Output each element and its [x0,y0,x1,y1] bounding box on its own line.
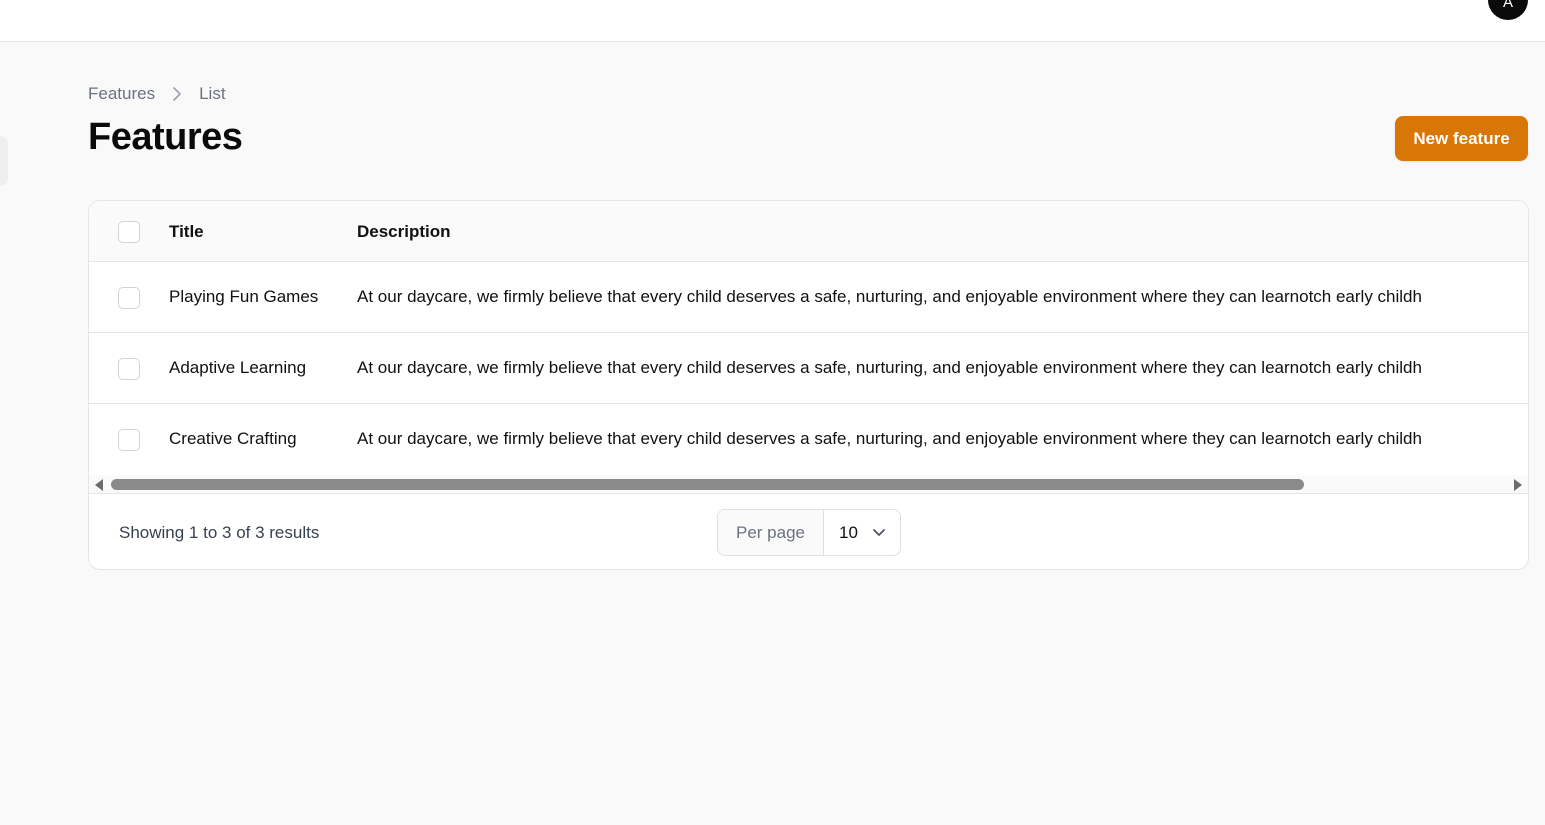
user-avatar[interactable]: A [1488,0,1528,20]
scroll-right-arrow-icon[interactable] [1514,479,1522,491]
per-page-selector[interactable]: Per page 10 [717,509,901,556]
chevron-down-icon [872,528,886,538]
breadcrumb-current: List [199,84,226,103]
table-row[interactable]: Playing Fun Games At our daycare, we fir… [89,262,1528,333]
chevron-right-icon [155,87,199,101]
results-summary: Showing 1 to 3 of 3 results [119,523,320,542]
avatar-initial: A [1502,0,1513,11]
scroll-left-arrow-icon[interactable] [95,479,103,491]
page-title: Features [88,116,243,158]
new-feature-button[interactable]: New feature [1395,116,1528,161]
table-header: Title Description [89,201,1528,262]
breadcrumb: Features List [88,83,226,105]
features-table: Title Description Playing Fun Games At o… [88,200,1529,570]
table-row[interactable]: Adaptive Learning At our daycare, we fir… [89,333,1528,404]
table-row[interactable]: Creative Crafting At our daycare, we fir… [89,404,1528,475]
top-navbar: A [0,0,1545,42]
row-title[interactable]: Playing Fun Games [169,287,318,307]
per-page-label: Per page [718,510,824,555]
horizontal-scrollbar[interactable] [89,475,1528,493]
column-header-title[interactable]: Title [169,222,204,242]
row-title[interactable]: Creative Crafting [169,429,297,449]
row-checkbox[interactable] [118,287,140,309]
table-footer: Showing 1 to 3 of 3 results Per page 10 [89,493,1528,569]
row-description[interactable]: At our daycare, we firmly believe that e… [357,358,1528,378]
row-description[interactable]: At our daycare, we firmly believe that e… [357,287,1528,307]
per-page-select[interactable]: 10 [824,510,900,555]
scrollbar-thumb[interactable] [111,479,1304,490]
breadcrumb-features-link[interactable]: Features [88,84,155,104]
row-description[interactable]: At our daycare, we firmly believe that e… [357,429,1528,449]
per-page-value: 10 [839,522,858,542]
row-checkbox[interactable] [118,429,140,451]
row-checkbox[interactable] [118,358,140,380]
sidebar-toggle[interactable] [0,136,8,186]
row-title[interactable]: Adaptive Learning [169,358,306,378]
column-header-description[interactable]: Description [357,222,451,242]
select-all-checkbox[interactable] [118,221,140,243]
